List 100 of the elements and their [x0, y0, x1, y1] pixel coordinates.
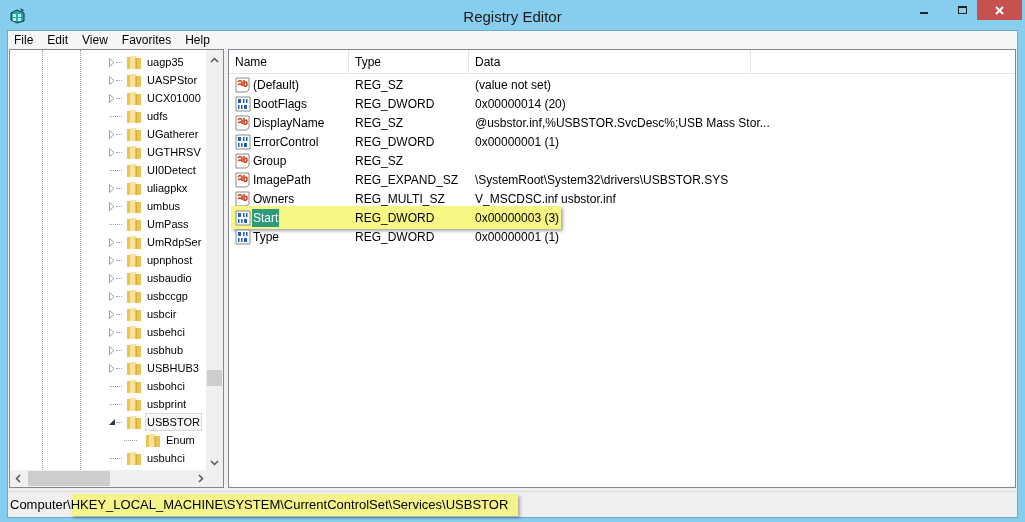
- value-data: @usbstor.inf,%USBSTOR.SvcDesc%;USB Mass Stor...: [475, 115, 770, 130]
- collapse-icon[interactable]: [109, 419, 115, 425]
- tree-item[interactable]: UCX01000: [145, 88, 203, 108]
- expand-icon[interactable]: [109, 345, 115, 355]
- horizontal-scrollbar[interactable]: [10, 470, 223, 487]
- string-value-icon: [235, 76, 251, 93]
- value-data: 0x00000001 (1): [475, 229, 560, 244]
- tree-item[interactable]: udfs: [145, 106, 170, 126]
- menu-item[interactable]: View: [82, 31, 108, 49]
- tree-item[interactable]: USBHUB3: [145, 358, 201, 378]
- folder-icon: [126, 162, 142, 178]
- folder-icon: [145, 432, 161, 448]
- folder-icon: [126, 414, 142, 430]
- tree-item[interactable]: uagp35: [145, 52, 186, 72]
- expand-icon[interactable]: [109, 291, 115, 301]
- close-button[interactable]: [977, 0, 1022, 20]
- scroll-up-icon[interactable]: [210, 57, 219, 63]
- value-type: REG_DWORD: [355, 229, 435, 244]
- expand-icon[interactable]: [109, 363, 115, 373]
- folder-icon: [126, 288, 142, 304]
- folder-icon: [126, 270, 142, 286]
- column-header[interactable]: Data: [475, 52, 501, 71]
- value-type: REG_EXPAND_SZ: [355, 172, 459, 187]
- folder-icon: [126, 360, 142, 376]
- scroll-down-icon[interactable]: [210, 460, 219, 466]
- folder-icon: [126, 252, 142, 268]
- value-data: (value not set): [475, 77, 552, 92]
- binary-value-icon: [235, 133, 251, 150]
- string-value-icon: [235, 190, 251, 207]
- folder-icon: [126, 126, 142, 142]
- value-name[interactable]: DisplayName: [252, 113, 326, 132]
- scroll-left-icon[interactable]: [15, 474, 21, 483]
- tree-item[interactable]: uliagpkx: [145, 178, 190, 198]
- tree-item[interactable]: UASPStor: [145, 70, 200, 90]
- scroll-right-icon[interactable]: [198, 474, 204, 483]
- folder-icon: [126, 378, 142, 394]
- column-header[interactable]: Type: [355, 52, 381, 71]
- tree-item[interactable]: usbprint: [145, 394, 189, 414]
- tree-item[interactable]: usbuhci: [145, 448, 187, 468]
- vertical-scrollbar[interactable]: [206, 50, 223, 470]
- expand-icon[interactable]: [109, 183, 115, 193]
- expand-icon[interactable]: [109, 129, 115, 139]
- folder-icon: [126, 90, 142, 106]
- tree-item[interactable]: UGatherer: [145, 124, 201, 144]
- tree-item[interactable]: usbcir: [145, 304, 179, 324]
- value-data: 0x00000001 (1): [475, 134, 560, 149]
- tree-item[interactable]: usbhub: [145, 340, 186, 360]
- value-name[interactable]: Type: [252, 227, 280, 246]
- value-type: REG_MULTI_SZ: [355, 191, 445, 206]
- tree-item[interactable]: UI0Detect: [145, 160, 198, 180]
- value-name[interactable]: ErrorControl: [252, 132, 320, 151]
- folder-icon: [126, 216, 142, 232]
- folder-icon: [126, 324, 142, 340]
- value-name[interactable]: Group: [252, 151, 288, 170]
- expand-icon[interactable]: [109, 255, 115, 265]
- tree-item[interactable]: usbccgp: [145, 286, 190, 306]
- expand-icon[interactable]: [109, 57, 115, 67]
- tree-item[interactable]: usbohci: [145, 376, 187, 396]
- expand-icon[interactable]: [109, 201, 115, 211]
- tree-item[interactable]: UGTHRSV: [145, 142, 203, 162]
- column-header[interactable]: Name: [235, 52, 267, 71]
- folder-icon: [126, 180, 142, 196]
- value-name[interactable]: BootFlags: [252, 94, 309, 113]
- folder-icon: [126, 108, 142, 124]
- folder-icon: [126, 450, 142, 466]
- tree-item[interactable]: usbaudio: [145, 268, 194, 288]
- expand-icon[interactable]: [109, 273, 115, 283]
- menu-item[interactable]: Help: [185, 31, 210, 49]
- tree-item[interactable]: USBSTOR: [145, 412, 202, 432]
- binary-value-icon: [235, 228, 251, 245]
- folder-icon: [126, 306, 142, 322]
- expand-icon[interactable]: [109, 327, 115, 337]
- value-type: REG_DWORD: [355, 210, 435, 225]
- expand-icon[interactable]: [109, 237, 115, 247]
- tree-item[interactable]: UmPass: [145, 214, 191, 234]
- tree-item[interactable]: upnphost: [145, 250, 195, 270]
- value-data: V_MSCDSC.inf usbstor.inf: [475, 191, 616, 206]
- binary-value-icon: [235, 209, 251, 226]
- tree-item[interactable]: umbus: [145, 196, 183, 216]
- value-data: 0x00000003 (3): [475, 210, 560, 225]
- expand-icon[interactable]: [109, 147, 115, 157]
- string-value-icon: [235, 114, 251, 131]
- tree-item[interactable]: Enum: [164, 430, 197, 450]
- expand-icon[interactable]: [109, 93, 115, 103]
- string-value-icon: [235, 152, 251, 169]
- tree-item[interactable]: usbehci: [145, 322, 187, 342]
- string-value-icon: [235, 171, 251, 188]
- scrollbar-thumb[interactable]: [28, 471, 110, 486]
- value-name[interactable]: (Default): [252, 75, 300, 94]
- tree-item[interactable]: UmRdpSer: [145, 232, 204, 252]
- scrollbar-thumb[interactable]: [207, 370, 222, 386]
- value-name[interactable]: ImagePath: [252, 170, 313, 189]
- binary-value-icon: [235, 95, 251, 112]
- menu-item[interactable]: Favorites: [121, 31, 172, 49]
- value-name[interactable]: Owners: [252, 189, 296, 208]
- menu-item[interactable]: Edit: [47, 31, 69, 49]
- value-type: REG_DWORD: [355, 134, 435, 149]
- expand-icon[interactable]: [109, 75, 115, 85]
- expand-icon[interactable]: [109, 309, 115, 319]
- menu-item[interactable]: File: [14, 31, 34, 49]
